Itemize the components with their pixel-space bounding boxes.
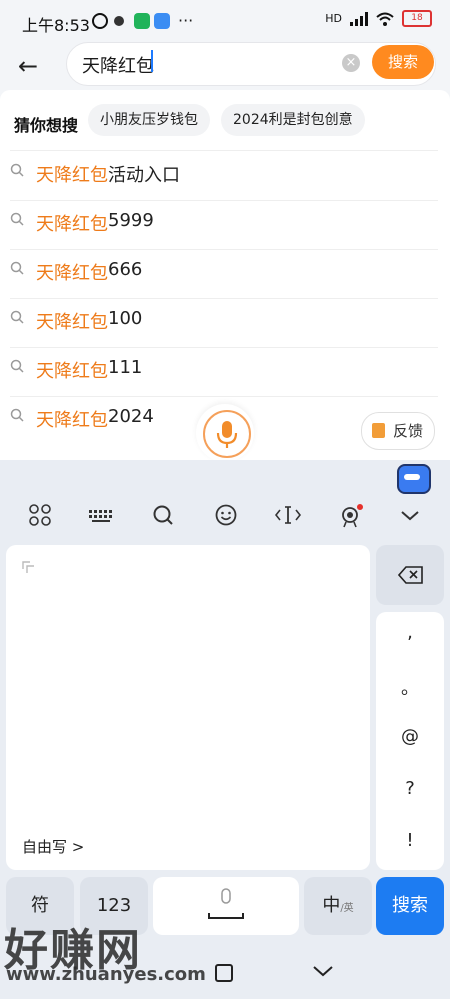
question-key[interactable]: ? [376, 778, 444, 799]
watermark-url: www.zhuanyes.com [6, 964, 206, 985]
suggestion-highlight: 天降红包 [36, 312, 108, 333]
suggestion-text: 111 [108, 357, 143, 378]
suggestion-text: 666 [108, 259, 143, 280]
suggestion-text: 100 [108, 308, 143, 329]
search-icon [10, 359, 24, 373]
suggestion-item[interactable]: 天降红包 666 [10, 249, 440, 298]
language-switch-key[interactable]: 中/英 [304, 877, 372, 935]
phone-app-icon [134, 13, 150, 29]
search-icon[interactable] [150, 504, 176, 530]
more-notifications-icon: ··· [178, 11, 194, 30]
search-icon [10, 261, 24, 275]
comma-key[interactable]: , [376, 622, 444, 643]
voice-search-button[interactable] [203, 410, 251, 458]
punctuation-column: , 。 @ ? ! [376, 612, 444, 870]
at-key[interactable]: @ [376, 726, 444, 747]
suggestion-highlight: 天降红包 [36, 165, 108, 186]
nav-down-icon[interactable] [312, 960, 334, 984]
feedback-label: 反馈 [393, 422, 424, 440]
search-icon [10, 310, 24, 324]
space-key[interactable] [153, 877, 299, 935]
exclamation-key[interactable]: ! [376, 830, 444, 851]
language-sub: /英 [340, 903, 354, 914]
status-bar: 上午8:53 ··· HD 18 [0, 0, 450, 44]
suggestion-text: 活动入口 [108, 165, 180, 186]
search-icon [10, 163, 24, 177]
suggestion-highlight: 天降红包 [36, 214, 108, 235]
corner-mark-icon [22, 561, 34, 573]
wifi-icon [376, 12, 394, 26]
suggestion-item[interactable]: 天降红包 111 [10, 347, 440, 396]
suggestion-text: 2024 [108, 406, 154, 427]
search-button[interactable]: 搜索 [372, 45, 434, 79]
text-caret [151, 50, 153, 72]
suggestion-highlight: 天降红包 [36, 361, 108, 382]
suggestion-item[interactable]: 天降红包 5999 [10, 200, 440, 249]
guess-chip[interactable]: 2024利是封包创意 [221, 104, 365, 136]
status-time: 上午8:53 [22, 16, 90, 35]
backspace-key[interactable] [376, 545, 444, 605]
period-key[interactable]: 。 [376, 674, 444, 700]
suggestion-item[interactable]: 天降红包 100 [10, 298, 440, 347]
app-notification-icon [154, 13, 170, 29]
guess-label: 猜你想搜 [14, 116, 79, 135]
space-voice-icon [208, 888, 244, 919]
suggestion-text: 5999 [108, 210, 154, 231]
status-right: HD 18 [325, 10, 432, 27]
backspace-icon [398, 566, 423, 584]
suggestion-item[interactable]: 天降红包 活动入口 [10, 151, 440, 200]
search-header: ← 天降红包 × 搜索 [0, 40, 450, 88]
back-arrow-icon[interactable]: ← [18, 52, 38, 80]
collapse-keyboard-icon[interactable] [397, 504, 423, 530]
microphone-icon [216, 421, 238, 448]
hd-signal-icon: HD [325, 12, 342, 25]
suggestion-highlight: 天降红包 [36, 263, 108, 284]
alarm-icon [92, 13, 108, 29]
suggestion-highlight: 天降红包 [36, 410, 108, 431]
notification-dot-icon [114, 16, 124, 26]
clear-icon[interactable]: × [342, 54, 360, 72]
search-query-text: 天降红包 [82, 56, 154, 77]
handwriting-pad[interactable] [6, 545, 370, 870]
assistant-robot-icon[interactable] [397, 464, 431, 494]
feedback-icon [372, 423, 385, 438]
grid-menu-icon[interactable] [27, 504, 53, 530]
search-icon [10, 212, 24, 226]
guess-chip[interactable]: 小朋友压岁钱包 [88, 104, 210, 136]
recent-apps-icon[interactable] [215, 964, 233, 982]
keyboard-icon[interactable] [88, 504, 114, 530]
keyboard-search-key[interactable]: 搜索 [376, 877, 444, 935]
battery-icon: 18 [402, 10, 432, 27]
feedback-button[interactable]: 反馈 [361, 412, 435, 450]
free-write-link[interactable]: 自由写 > [22, 836, 84, 857]
emoji-icon[interactable] [213, 504, 239, 530]
language-main: 中 [322, 895, 341, 916]
cursor-move-icon[interactable] [274, 504, 302, 530]
skin-badge-icon[interactable] [338, 504, 364, 530]
search-icon [10, 408, 24, 422]
signal-bars-icon [350, 11, 368, 26]
